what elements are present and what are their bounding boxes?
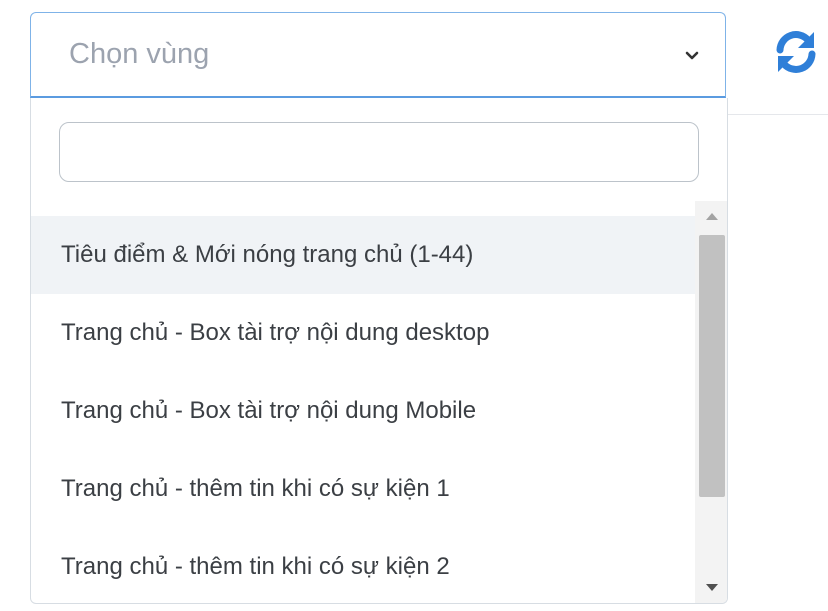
option-item[interactable]: Tiêu điểm & Mới nóng trang chủ (1-44) bbox=[31, 216, 695, 294]
scrollbar[interactable] bbox=[695, 201, 728, 603]
options-list: Tiêu điểm & Mới nóng trang chủ (1-44) Tr… bbox=[31, 216, 695, 603]
option-item[interactable]: Trang chủ - thêm tin khi có sự kiện 1 bbox=[31, 450, 695, 528]
refresh-icon[interactable] bbox=[770, 26, 822, 78]
scroll-up-arrow-icon[interactable] bbox=[695, 201, 728, 231]
search-input[interactable] bbox=[59, 122, 699, 182]
divider-line bbox=[728, 114, 828, 115]
scroll-down-arrow-icon[interactable] bbox=[695, 573, 728, 603]
page: Chọn vùng Tiêu điểm & Mới nóng trang chủ… bbox=[0, 0, 828, 611]
chevron-down-icon bbox=[685, 51, 699, 60]
region-select[interactable]: Chọn vùng bbox=[30, 12, 726, 98]
option-item[interactable]: Trang chủ - thêm tin khi có sự kiện 2 bbox=[31, 528, 695, 603]
option-item[interactable]: Trang chủ - Box tài trợ nội dung Mobile bbox=[31, 372, 695, 450]
select-placeholder: Chọn vùng bbox=[69, 38, 210, 70]
option-item[interactable]: Trang chủ - Box tài trợ nội dung desktop bbox=[31, 294, 695, 372]
scrollbar-thumb[interactable] bbox=[699, 235, 725, 497]
dropdown-panel: Tiêu điểm & Mới nóng trang chủ (1-44) Tr… bbox=[30, 98, 728, 604]
